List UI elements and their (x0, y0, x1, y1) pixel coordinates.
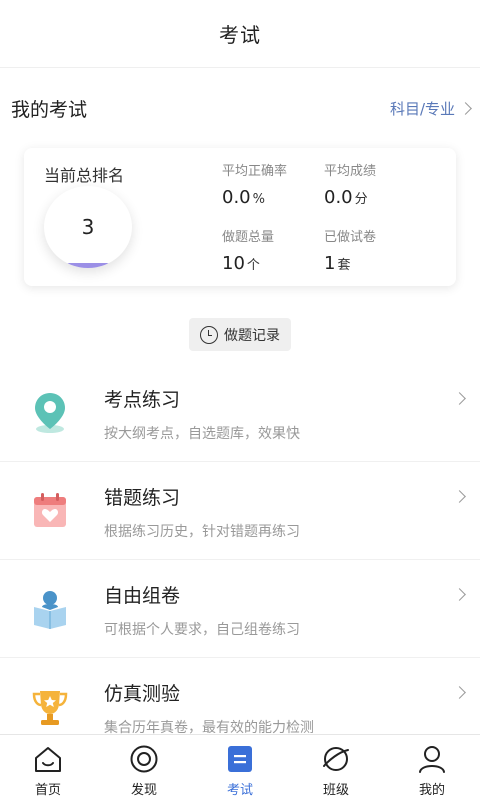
stat-unit: 个 (246, 258, 260, 273)
subject-major-label: 科目/专业 (389, 99, 455, 118)
rank-progress-bar (66, 263, 110, 268)
stat-label: 平均正确率 (222, 164, 288, 179)
planet-icon (320, 743, 352, 775)
tab-discover[interactable]: 发现 (96, 735, 192, 800)
stat-accuracy: 平均正确率 0.0% (222, 160, 287, 208)
stat-value: 10 (222, 253, 245, 274)
page-title: 考试 (219, 23, 261, 47)
list-item-custom-paper[interactable]: 自由组卷 可根据个人要求，自己组卷练习 (0, 560, 480, 658)
stat-value: 0.0 (324, 187, 353, 208)
home-icon (32, 743, 64, 775)
section-title: 我的考试 (11, 98, 88, 121)
stat-value: 1 (324, 253, 336, 274)
chevron-right-icon (459, 101, 472, 115)
stat-label: 已做试卷 (324, 230, 377, 245)
tab-label: 考试 (226, 783, 253, 798)
stat-papers-done: 已做试卷 1套 (324, 226, 376, 274)
stat-label: 平均成绩 (324, 164, 377, 179)
practice-record-label: 做题记录 (224, 327, 280, 344)
subject-major-link[interactable]: 科目/专业 (389, 98, 472, 119)
item-title: 错题练习 (104, 487, 181, 509)
rank-value: 3 (81, 215, 95, 239)
stat-label: 做题总量 (222, 230, 275, 245)
list-item-wrong-questions[interactable]: 错题练习 根据练习历史，针对错题再练习 (0, 462, 480, 560)
exam-icon (224, 743, 256, 775)
clock-icon (200, 325, 218, 344)
stat-question-count: 做题总量 10 个 (222, 226, 274, 274)
location-pin-icon (35, 393, 65, 433)
chevron-right-icon (453, 588, 466, 601)
tab-home[interactable]: 首页 (0, 735, 96, 800)
list-item-topic-practice[interactable]: 考点练习 按大纲考点，自选题库，效果快 (0, 364, 480, 462)
stat-unit: 分 (354, 192, 368, 207)
item-title: 考点练习 (104, 389, 181, 411)
tab-mine[interactable]: 我的 (384, 735, 480, 800)
item-description: 可根据个人要求，自己组卷练习 (104, 622, 300, 638)
discover-icon (128, 743, 160, 775)
tab-label: 发现 (130, 783, 157, 798)
tab-class[interactable]: 班级 (288, 735, 384, 800)
practice-record-button[interactable]: 做题记录 (189, 318, 291, 351)
stat-unit: 套 (337, 258, 351, 273)
trophy-icon (32, 691, 68, 725)
tab-label: 首页 (34, 783, 61, 798)
summary-card: 当前总排名 3 平均正确率 0.0% 平均成绩 0.0 分 做题总量 10 个 已做… (24, 148, 456, 286)
tab-exam[interactable]: 考试 (192, 735, 288, 800)
chevron-right-icon (453, 490, 466, 503)
tab-label: 我的 (418, 783, 445, 798)
chevron-right-icon (453, 686, 466, 699)
user-icon (416, 743, 448, 775)
bottom-tab-bar: 首页 发现 考试 班级 我的 (0, 734, 480, 800)
item-description: 根据练习历史，针对错题再练习 (104, 524, 300, 540)
rank-label: 当前总排名 (44, 166, 125, 185)
chevron-right-icon (453, 392, 466, 405)
rank-circle: 3 (44, 186, 132, 268)
stat-value: 0.0 (222, 187, 251, 208)
stat-unit: % (252, 192, 265, 207)
tab-label: 班级 (322, 783, 349, 798)
item-description: 按大纲考点，自选题库，效果快 (104, 426, 300, 442)
top-bar: 考试 (0, 0, 480, 68)
my-exam-header: 我的考试 科目/专业 (0, 86, 480, 130)
item-title: 自由组卷 (104, 585, 181, 607)
calendar-heart-icon (34, 493, 66, 527)
item-title: 仿真测验 (104, 683, 181, 705)
reader-book-icon (34, 591, 66, 629)
stat-average-score: 平均成绩 0.0 分 (324, 160, 376, 208)
